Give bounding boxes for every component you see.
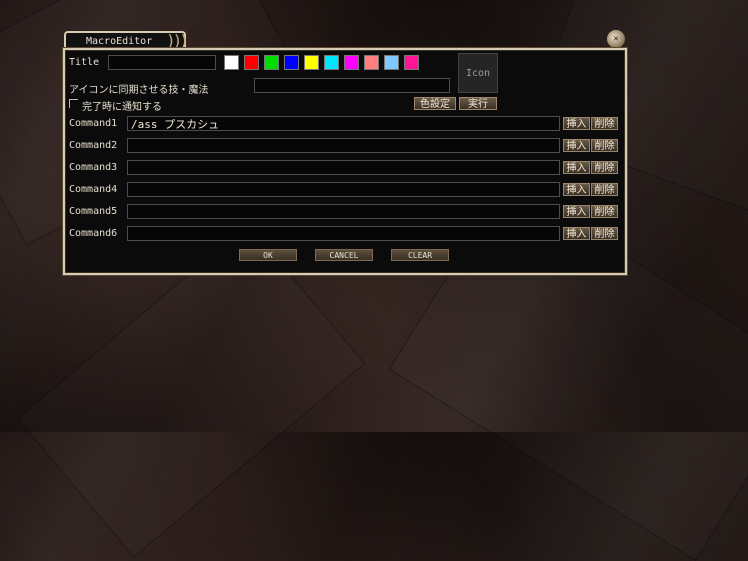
color-swatch[interactable] [324,55,339,70]
command-input[interactable] [127,160,560,175]
command-label: Command5 [69,206,118,217]
macro-icon-slot[interactable]: Icon [458,53,498,93]
ok-button[interactable]: OK [239,249,297,261]
color-swatch[interactable] [284,55,299,70]
color-swatch[interactable] [244,55,259,70]
color-swatch[interactable] [344,55,359,70]
delete-button[interactable]: 削除 [591,139,618,152]
color-swatch[interactable] [304,55,319,70]
title-label: Title [69,57,100,68]
insert-button[interactable]: 挿入 [563,117,590,130]
insert-button[interactable]: 挿入 [563,139,590,152]
delete-button[interactable]: 削除 [591,117,618,130]
command-label: Command3 [69,162,118,173]
insert-button[interactable]: 挿入 [563,161,590,174]
insert-button[interactable]: 挿入 [563,205,590,218]
notify-label: 完了時に通知する [82,102,162,113]
command-input[interactable] [127,138,560,153]
command-input[interactable] [127,204,560,219]
delete-button[interactable]: 削除 [591,205,618,218]
command-input[interactable] [127,182,560,197]
skill-sync-input[interactable] [254,78,450,93]
execute-button[interactable]: 実行 [459,97,497,110]
command-input[interactable] [127,226,560,241]
skill-sync-label: アイコンに同期させる技・魔法 [69,85,209,96]
color-swatch[interactable] [264,55,279,70]
command-label: Command1 [69,118,118,129]
notify-checkbox[interactable] [69,99,78,108]
color-swatch[interactable] [404,55,419,70]
color-setting-button[interactable]: 色設定 [414,97,456,110]
insert-button[interactable]: 挿入 [563,183,590,196]
clear-button[interactable]: CLEAR [391,249,449,261]
title-input[interactable] [108,55,216,70]
color-swatch[interactable] [384,55,399,70]
command-input[interactable]: /ass プスカシュ [127,116,560,131]
delete-button[interactable]: 削除 [591,161,618,174]
command-label: Command6 [69,228,118,239]
delete-button[interactable]: 削除 [591,183,618,196]
close-icon[interactable]: ✕ [606,29,626,49]
command-label: Command4 [69,184,118,195]
command-label: Command2 [69,140,118,151]
delete-button[interactable]: 削除 [591,227,618,240]
insert-button[interactable]: 挿入 [563,227,590,240]
color-swatch[interactable] [364,55,379,70]
cancel-button[interactable]: CANCEL [315,249,373,261]
color-swatch[interactable] [224,55,239,70]
